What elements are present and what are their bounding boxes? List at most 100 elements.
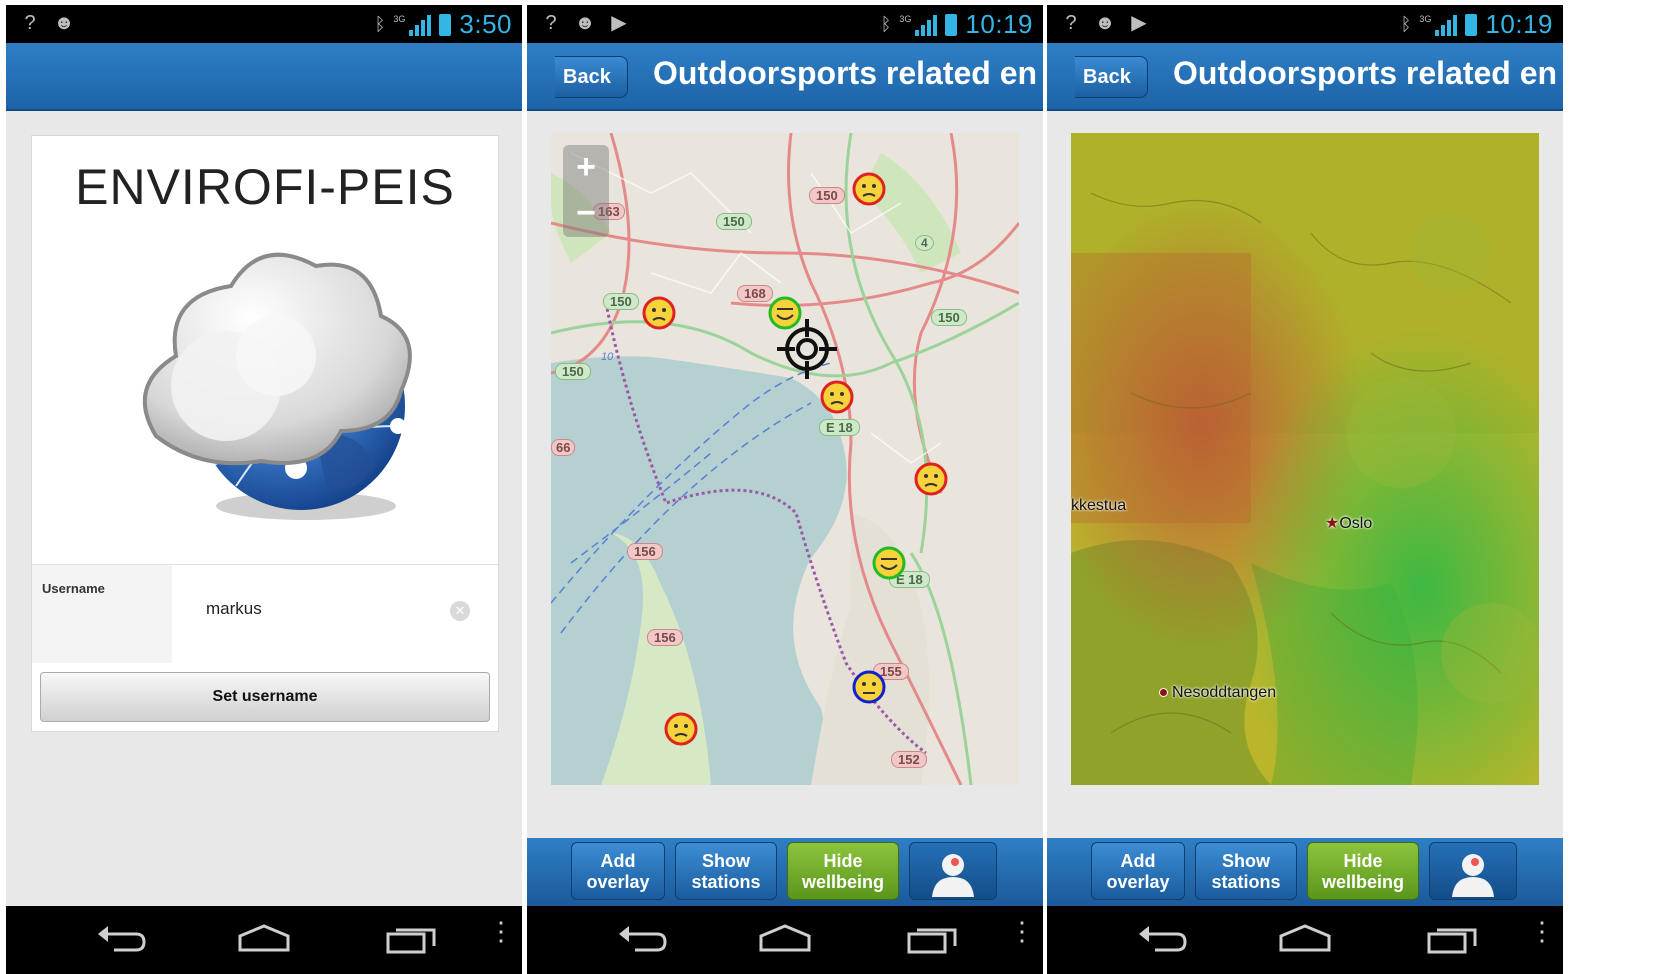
road-label: 150 (931, 309, 967, 326)
zoom-in-button[interactable]: + (563, 145, 609, 191)
sad-face-marker[interactable] (913, 461, 949, 497)
back-nav-icon[interactable] (1135, 924, 1191, 954)
header-bar: Back Outdoorsports related env... (527, 43, 1043, 111)
road-label: 150 (555, 363, 591, 380)
clear-icon[interactable]: ✕ (450, 601, 470, 621)
road-label: 156 (647, 629, 683, 646)
set-username-button[interactable]: Set username (40, 672, 490, 722)
cloud-globe-logo (142, 252, 412, 520)
home-nav-icon[interactable] (757, 924, 813, 954)
bluetooth-icon: ᛒ (374, 14, 386, 34)
neutral-face-marker[interactable] (851, 669, 887, 705)
menu-icon[interactable]: ⋮ (1529, 918, 1555, 944)
road-label: 152 (891, 751, 927, 768)
back-button[interactable]: Back (555, 56, 628, 98)
page-title: Outdoorsports related env... (1173, 55, 1557, 91)
hide-wellbeing-button[interactable]: Hide wellbeing (787, 842, 899, 900)
login-screen: ? ☻ ᛒ 3G 3:50 ENVIROFI-PEIS Username mar… (6, 5, 522, 974)
status-bar: ? ☻ ᛒ 3G 3:50 (6, 5, 522, 43)
road-label: 4 (915, 235, 934, 251)
system-nav-bar: ⋮ (1047, 906, 1563, 974)
sad-face-marker[interactable] (851, 171, 887, 207)
android-icon: ☻ (53, 12, 75, 34)
recents-nav-icon[interactable] (905, 924, 961, 954)
back-nav-icon[interactable] (94, 924, 150, 954)
username-label: Username (32, 565, 172, 663)
header-bar (6, 43, 522, 111)
system-nav-bar: ⋮ (527, 906, 1043, 974)
android-icon: ☻ (574, 12, 596, 34)
sad-face-marker[interactable] (641, 295, 677, 331)
signal-3g-icon: 3G (393, 14, 432, 36)
road-label: 150 (603, 293, 639, 310)
road-label: 156 (627, 543, 663, 560)
place-label: kkestua (1071, 497, 1127, 514)
home-nav-icon[interactable] (1277, 924, 1333, 954)
town-dot-icon (1159, 688, 1168, 697)
wifi-question-icon: ? (545, 12, 557, 34)
play-store-icon: ▶ (1131, 12, 1147, 34)
battery-icon (945, 13, 958, 36)
menu-icon[interactable]: ⋮ (1009, 918, 1035, 944)
status-bar: ? ☻ ▶ ᛒ 3G 10:19 (1047, 5, 1563, 43)
city-star-icon: ★ (1325, 515, 1340, 532)
street-map-canvas (551, 133, 1019, 785)
sad-face-marker[interactable] (663, 711, 699, 747)
add-overlay-button[interactable]: Add overlay (571, 842, 665, 900)
show-stations-button[interactable]: Show stations (675, 842, 777, 900)
place-label: Oslo (1339, 515, 1373, 532)
profile-button[interactable] (1429, 842, 1517, 900)
signal-3g-icon: 3G (899, 14, 938, 36)
zoom-out-button[interactable]: − (563, 191, 609, 237)
happy-face-marker[interactable] (871, 545, 907, 581)
place-label: Nesoddtangen (1172, 684, 1277, 701)
status-bar: ? ☻ ▶ ᛒ 3G 10:19 (527, 5, 1043, 43)
clock: 3:50 (459, 9, 512, 39)
bluetooth-icon: ᛒ (880, 14, 892, 34)
road-label: 66 (551, 439, 576, 456)
user-avatar-icon (932, 854, 974, 897)
hide-wellbeing-button[interactable]: Hide wellbeing (1307, 842, 1419, 900)
header-bar: Back Outdoorsports related env... (1047, 43, 1563, 111)
recents-nav-icon[interactable] (1425, 924, 1481, 954)
road-label: E 18 (819, 419, 860, 436)
wifi-question-icon: ? (1065, 12, 1077, 34)
road-label: 150 (809, 187, 845, 204)
battery-icon (439, 13, 452, 36)
back-button[interactable]: Back (1075, 56, 1148, 98)
map-screen: ? ☻ ▶ ᛒ 3G 10:19 Back Outdoorsports rela… (527, 5, 1043, 974)
login-card: ENVIROFI-PEIS Username markus ✕ Set user… (31, 135, 499, 732)
app-title: ENVIROFI-PEIS (75, 159, 455, 215)
system-nav-bar: ⋮ (6, 906, 522, 974)
show-stations-button[interactable]: Show stations (1195, 842, 1297, 900)
road-label: 10 (601, 351, 614, 363)
home-nav-icon[interactable] (236, 924, 292, 954)
battery-icon (1465, 13, 1478, 36)
menu-icon[interactable]: ⋮ (488, 918, 514, 944)
clock: 10:19 (965, 9, 1033, 39)
page-title: Outdoorsports related env... (653, 55, 1037, 91)
back-nav-icon[interactable] (615, 924, 671, 954)
road-label: 150 (716, 213, 752, 230)
bottom-toolbar: Add overlay Show stations Hide wellbeing (527, 838, 1043, 906)
place-label-nesoddtangen: Nesoddtangen (1159, 684, 1276, 702)
username-row: Username markus ✕ (32, 564, 498, 663)
crosshair-icon[interactable] (777, 319, 837, 379)
signal-3g-icon: 3G (1419, 14, 1458, 36)
satellite-overlay-map[interactable]: kkestua ★Oslo Nesoddtangen (1071, 133, 1539, 785)
overlay-map-canvas (1071, 133, 1539, 785)
sad-face-marker[interactable] (819, 379, 855, 415)
bluetooth-icon: ᛒ (1400, 14, 1412, 34)
street-map[interactable]: 150 150 150 150 150 168 E 18 E 18 156 15… (551, 133, 1019, 785)
profile-button[interactable] (909, 842, 997, 900)
overlay-screen: ? ☻ ▶ ᛒ 3G 10:19 Back Outdoorsports rela… (1047, 5, 1563, 974)
user-avatar-icon (1452, 854, 1494, 897)
recents-nav-icon[interactable] (384, 924, 440, 954)
bottom-toolbar: Add overlay Show stations Hide wellbeing (1047, 838, 1563, 906)
clock: 10:19 (1485, 9, 1553, 39)
android-icon: ☻ (1094, 12, 1116, 34)
place-label-oslo: ★Oslo (1325, 513, 1372, 533)
wifi-question-icon: ? (24, 12, 36, 34)
username-input[interactable]: markus (192, 591, 482, 627)
add-overlay-button[interactable]: Add overlay (1091, 842, 1185, 900)
